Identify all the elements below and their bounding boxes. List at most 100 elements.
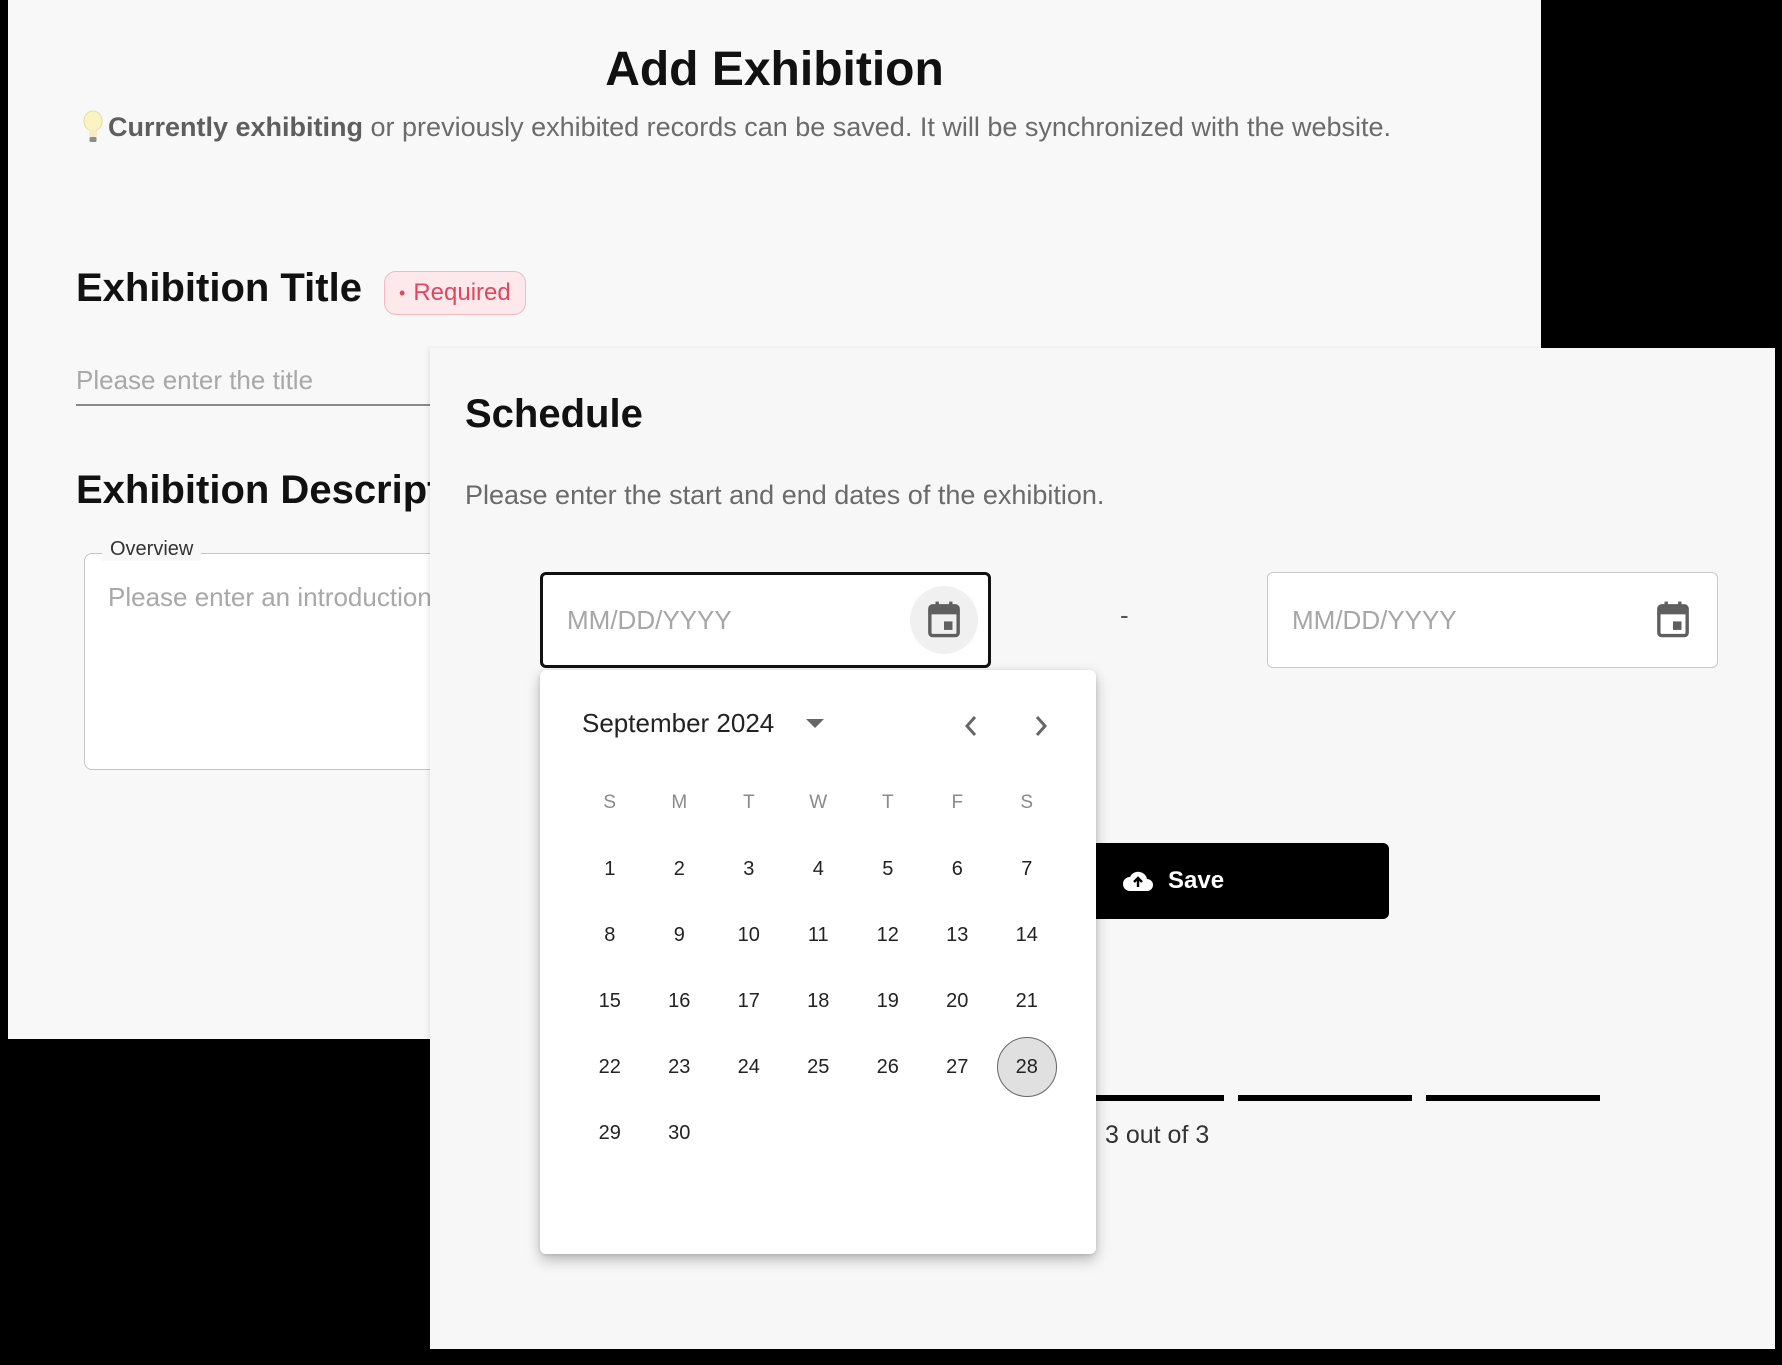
calendar-day[interactable]: 30 [645,1100,715,1166]
day-number: 1 [604,857,616,880]
required-dot-icon: • [399,282,406,303]
overview-legend: Overview [102,538,202,561]
calendar-day[interactable]: 1 [575,836,645,902]
calendar-day[interactable]: 22 [575,1034,645,1100]
calendar-day[interactable]: 21 [992,968,1062,1034]
save-button[interactable]: Save [1090,843,1389,919]
calendar-day[interactable]: 16 [645,968,715,1034]
caret-down-icon [806,718,825,728]
day-number: 4 [812,857,824,880]
day-number: 16 [668,989,691,1012]
calendar-day[interactable]: 26 [853,1034,923,1100]
day-number: 29 [598,1121,621,1144]
day-number: 22 [598,1055,621,1078]
save-label: Save [1168,867,1225,894]
day-number: 28 [996,1037,1057,1097]
year-dropdown-button[interactable] [800,709,830,739]
day-number: 3 [743,857,755,880]
calendar-day[interactable]: 17 [714,968,784,1034]
day-number: 30 [668,1121,691,1144]
weekday-header: W [809,792,828,813]
day-number: 20 [946,989,969,1012]
weekday-header: S [1020,792,1034,813]
weekday-header: T [881,792,894,813]
day-number: 11 [807,923,829,946]
weekday-header: F [951,792,964,813]
day-number: 12 [876,923,899,946]
start-date-calendar-button[interactable] [910,586,978,654]
day-number: 14 [1015,923,1038,946]
date-separator: - [1120,600,1129,630]
calendar-day[interactable]: 9 [645,902,715,968]
day-number: 5 [882,857,894,880]
calendar-day[interactable]: 19 [853,968,923,1034]
page-title: Add Exhibition [605,43,944,96]
day-number: 24 [737,1055,760,1078]
exhibition-title-label: Exhibition Title [76,266,362,310]
day-number: 10 [737,923,760,946]
day-number: 21 [1015,989,1038,1012]
calendar-icon [1657,601,1689,638]
calendar-icon [928,601,960,638]
calendar-day[interactable]: 7 [992,836,1062,902]
weekday-header: S [603,792,617,813]
notice-bold: Currently exhibiting [108,111,364,142]
weekday-header: T [742,792,755,813]
calendar-day[interactable]: 5 [853,836,923,902]
calendar-day[interactable]: 4 [784,836,854,902]
required-badge: • Required [384,271,526,315]
notice-text: or previously exhibited records can be s… [363,111,1392,142]
chevron-left-icon [964,716,977,736]
calendar-day[interactable]: 3 [714,836,784,902]
day-number: 7 [1021,857,1033,880]
progress-segment [1238,1095,1412,1101]
previous-month-button[interactable] [951,706,991,746]
progress-label: 3 out of 3 [1105,1121,1210,1149]
schedule-description: Please enter the start and end dates of … [465,480,1105,510]
progress-bar [1050,1095,1600,1101]
calendar-day[interactable]: 23 [645,1034,715,1100]
calendar-day[interactable]: 11 [784,902,854,968]
day-number: 13 [946,923,969,946]
calendar-day[interactable]: 29 [575,1100,645,1166]
weekday-header: M [671,792,688,813]
chevron-right-icon [1035,716,1048,736]
day-number: 8 [604,923,616,946]
cloud-upload-icon [1123,871,1153,891]
day-number: 18 [807,989,830,1012]
progress-segment [1426,1095,1600,1101]
calendar-day[interactable]: 18 [784,968,854,1034]
day-number: 9 [673,923,685,946]
day-number: 15 [598,989,621,1012]
start-date-input[interactable] [567,604,887,636]
calendar-day[interactable]: 20 [923,968,993,1034]
end-date-field[interactable] [1267,572,1718,668]
end-date-calendar-button[interactable] [1639,586,1707,654]
calendar-grid: S M T W T F S 1 2 3 4 5 6 7 8 9 10 11 12 13 14 15 16 17 18 19 20 21… [575,770,1062,1166]
calendar-day[interactable]: 15 [575,968,645,1034]
calendar-day[interactable]: 27 [923,1034,993,1100]
calendar-day[interactable]: 13 [923,902,993,968]
calendar-day[interactable]: 12 [853,902,923,968]
calendar-day[interactable]: 14 [992,902,1062,968]
exhibition-title-input[interactable] [76,356,456,406]
calendar-day[interactable]: 25 [784,1034,854,1100]
end-date-input[interactable] [1292,604,1612,636]
calendar-day[interactable]: 8 [575,902,645,968]
calendar-day[interactable]: 10 [714,902,784,968]
day-number: 25 [807,1055,830,1078]
day-number: 19 [876,989,899,1012]
day-number: 17 [737,989,760,1012]
next-month-button[interactable] [1021,706,1061,746]
day-number: 6 [951,857,963,880]
required-text: Required [413,279,511,306]
day-number: 2 [673,857,685,880]
day-number: 26 [876,1055,899,1078]
calendar-day[interactable]: 6 [923,836,993,902]
calendar-day[interactable]: 24 [714,1034,784,1100]
calendar-day[interactable]: 2 [645,836,715,902]
calendar-day-today[interactable]: 28 [992,1034,1062,1100]
day-number: 23 [668,1055,691,1078]
calendar-month-label[interactable]: September 2024 [582,708,774,739]
start-date-field[interactable] [540,572,991,668]
